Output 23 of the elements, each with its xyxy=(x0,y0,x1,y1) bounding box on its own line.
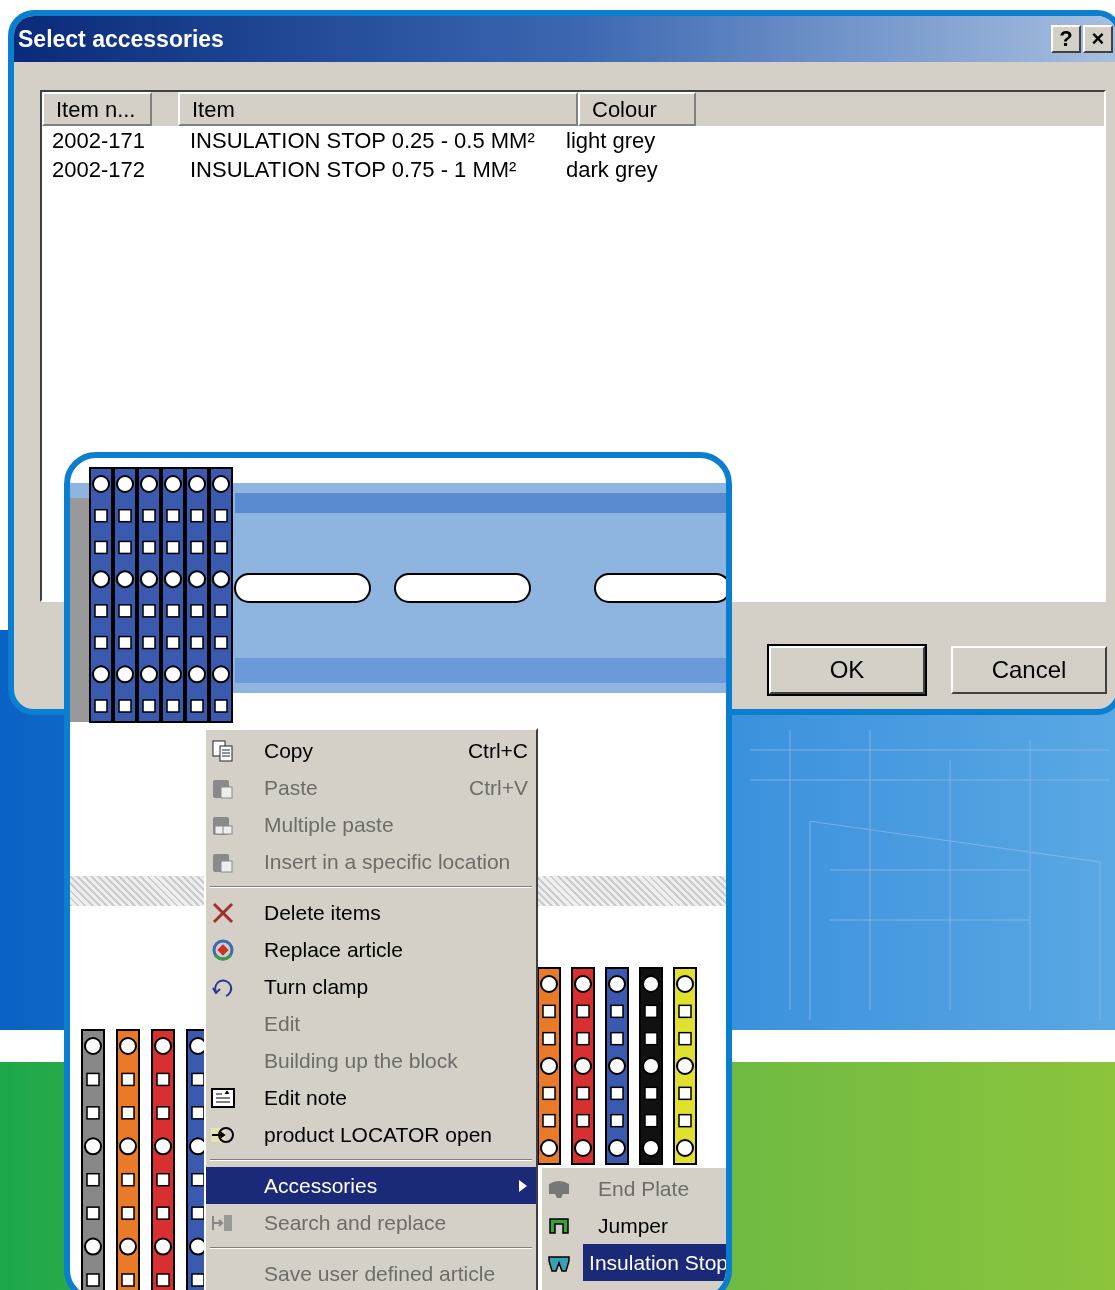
table-cell-text: INSULATION STOP 0.75 - 1 MM² xyxy=(189,156,518,184)
close-button[interactable]: × xyxy=(1083,25,1113,53)
help-button[interactable]: ? xyxy=(1051,25,1081,53)
menu-item[interactable]: Delete items xyxy=(206,894,536,931)
menu-item[interactable]: Accessories xyxy=(206,1167,536,1204)
menu-item[interactable]: Copy Ctrl+C xyxy=(206,732,536,769)
column-header[interactable]: Colour xyxy=(578,92,696,126)
copy-icon xyxy=(210,737,236,764)
window-title: Select accessories xyxy=(18,24,224,54)
column-header[interactable]: Item n... xyxy=(42,92,152,126)
table-cell-text: 2002-172 xyxy=(51,156,146,184)
menu-item[interactable]: Replace article xyxy=(206,931,536,968)
ok-button[interactable]: OK xyxy=(769,646,925,694)
column-header[interactable]: Item xyxy=(178,92,578,126)
table-cell-text: light grey xyxy=(565,127,656,155)
table-cell-text: dark grey xyxy=(565,156,658,184)
menu-item[interactable]: product LOCATOR open xyxy=(206,1116,536,1153)
table-cell-text: 2002-171 xyxy=(51,127,146,155)
table-cell-text: INSULATION STOP 0.25 - 0.5 MM² xyxy=(189,127,536,155)
cancel-button[interactable]: Cancel xyxy=(951,646,1107,694)
menu-item[interactable]: Edit note xyxy=(206,1079,536,1116)
menu-item[interactable]: Turn clamp xyxy=(206,968,536,1005)
menu-item[interactable]: Jumper xyxy=(542,1207,726,1244)
